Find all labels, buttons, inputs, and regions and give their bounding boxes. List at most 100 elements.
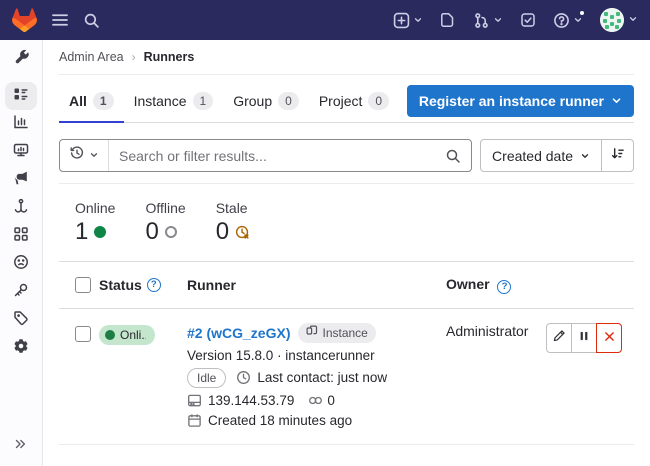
tab-group-count: 0	[278, 92, 299, 110]
label-tag-icon	[13, 310, 29, 331]
filtered-search-box[interactable]	[59, 139, 472, 172]
breadcrumb-runners: Runners	[144, 50, 195, 64]
stat-stale-label: Stale	[216, 200, 250, 216]
stat-online: Online 1	[75, 200, 115, 246]
notification-dot	[579, 10, 585, 16]
admin-sidebar	[0, 40, 43, 466]
owner-link[interactable]: Administrator	[446, 320, 528, 339]
gitlab-admin-runners-page: Admin Area › Runners All 1 Instance 1 Gr…	[0, 0, 650, 466]
sidebar-item-messages[interactable]	[5, 166, 37, 194]
offline-status-icon	[165, 226, 177, 238]
sidebar-item-monitoring[interactable]	[5, 138, 37, 166]
pencil-icon	[552, 329, 566, 346]
sidebar-item-settings[interactable]	[5, 334, 37, 362]
sidebar-item-overview[interactable]	[5, 82, 37, 110]
key-icon	[13, 282, 29, 303]
avatar	[600, 8, 624, 32]
sort-by-dropdown[interactable]: Created date	[481, 140, 601, 171]
stat-stale-value: 0	[216, 218, 229, 246]
row-checkbox[interactable]	[75, 326, 91, 342]
sidebar-item-analytics[interactable]	[5, 110, 37, 138]
hamburger-menu-icon[interactable]	[51, 11, 69, 29]
chevron-down-icon	[580, 148, 590, 164]
tab-instance[interactable]: Instance 1	[124, 84, 224, 123]
gear-icon	[13, 338, 29, 359]
runner-details: #2 (wCG_zeGX) Instance Version 15.8.0 · …	[187, 323, 395, 428]
status-online-badge: Onli...	[99, 325, 155, 345]
tab-all-label: All	[69, 93, 87, 109]
history-clock-icon	[69, 145, 85, 166]
sort-direction-button[interactable]	[601, 140, 633, 171]
gitlab-logo[interactable]	[12, 8, 37, 32]
issues-icon[interactable]	[440, 12, 456, 28]
chevron-down-icon	[628, 11, 638, 29]
breadcrumb: Admin Area › Runners	[59, 40, 634, 75]
runner-column-header: Runner	[187, 277, 236, 293]
tab-project[interactable]: Project 0	[309, 84, 399, 123]
search-history-dropdown[interactable]	[60, 140, 109, 171]
sidebar-item-abuse-reports[interactable]	[5, 250, 37, 278]
overview-icon	[13, 86, 29, 107]
top-navbar	[0, 0, 650, 40]
delete-runner-button[interactable]	[596, 323, 622, 353]
pause-runner-button[interactable]	[571, 323, 597, 353]
status-help-icon[interactable]: ?	[147, 278, 161, 292]
runner-version-line: Version 15.8.0 · instancerunner	[187, 348, 387, 363]
select-all-checkbox[interactable]	[75, 277, 91, 293]
chevron-down-icon	[611, 93, 622, 109]
sidebar-item-system-hooks[interactable]	[5, 194, 37, 222]
sort-controls: Created date	[480, 139, 634, 172]
stat-stale: Stale 0	[216, 200, 250, 246]
double-chevron-right-icon	[13, 438, 27, 455]
apps-grid-icon	[13, 226, 29, 247]
runner-tabs: All 1 Instance 1 Group 0 Project 0	[59, 84, 399, 122]
jobs-count-text: 0	[327, 393, 335, 408]
chevron-down-icon	[89, 147, 99, 165]
clock-icon	[236, 370, 251, 385]
tab-instance-label: Instance	[134, 93, 187, 109]
breadcrumb-separator: ›	[132, 50, 136, 64]
sad-face-icon	[13, 254, 29, 275]
sidebar-collapse-button[interactable]	[13, 437, 27, 456]
sidebar-item-admin[interactable]	[5, 46, 37, 74]
status-column-header: Status	[99, 277, 142, 293]
tab-all[interactable]: All 1	[59, 84, 124, 123]
hook-icon	[13, 198, 29, 219]
status-online-badge-label: Onli...	[120, 328, 146, 342]
main-content: Admin Area › Runners All 1 Instance 1 Gr…	[43, 40, 650, 466]
owner-help-icon[interactable]: ?	[497, 280, 511, 294]
runner-state-badge: Idle	[187, 368, 226, 388]
search-icon[interactable]	[83, 12, 100, 29]
tab-project-label: Project	[319, 93, 363, 109]
create-new-menu[interactable]	[393, 12, 423, 29]
sort-by-label: Created date	[492, 148, 573, 164]
sidebar-item-applications[interactable]	[5, 222, 37, 250]
sidebar-item-deploy-keys[interactable]	[5, 278, 37, 306]
runner-tabs-row: All 1 Instance 1 Group 0 Project 0	[59, 75, 634, 123]
runner-name-link[interactable]: #2 (wCG_zeGX)	[187, 325, 290, 341]
breadcrumb-admin-area[interactable]: Admin Area	[59, 50, 124, 64]
ip-address-text: 139.144.53.79	[208, 393, 294, 408]
register-instance-runner-button[interactable]: Register an instance runner	[407, 85, 634, 117]
instance-badge-icon	[306, 325, 318, 340]
close-x-icon	[603, 330, 616, 346]
help-menu[interactable]	[553, 12, 583, 29]
online-dot-icon	[105, 330, 115, 340]
tab-group[interactable]: Group 0	[223, 84, 309, 123]
megaphone-icon	[13, 170, 29, 191]
chevron-down-icon	[493, 15, 503, 25]
runner-table-row: Onli... #2 (wCG_zeGX) Instance Version 1…	[59, 309, 634, 445]
bar-chart-icon	[13, 114, 29, 135]
merge-requests-menu[interactable]	[473, 12, 503, 29]
owner-column-header: Owner	[446, 276, 490, 292]
search-submit-icon[interactable]	[435, 148, 471, 164]
edit-runner-button[interactable]	[546, 323, 572, 353]
runner-actions	[546, 323, 634, 353]
created-ago-text: Created 18 minutes ago	[208, 413, 352, 428]
sidebar-item-labels[interactable]	[5, 306, 37, 334]
todos-icon[interactable]	[520, 12, 536, 28]
tab-project-count: 0	[368, 92, 389, 110]
search-input[interactable]	[109, 148, 435, 164]
user-menu[interactable]	[600, 8, 638, 32]
tab-all-count: 1	[93, 92, 114, 110]
